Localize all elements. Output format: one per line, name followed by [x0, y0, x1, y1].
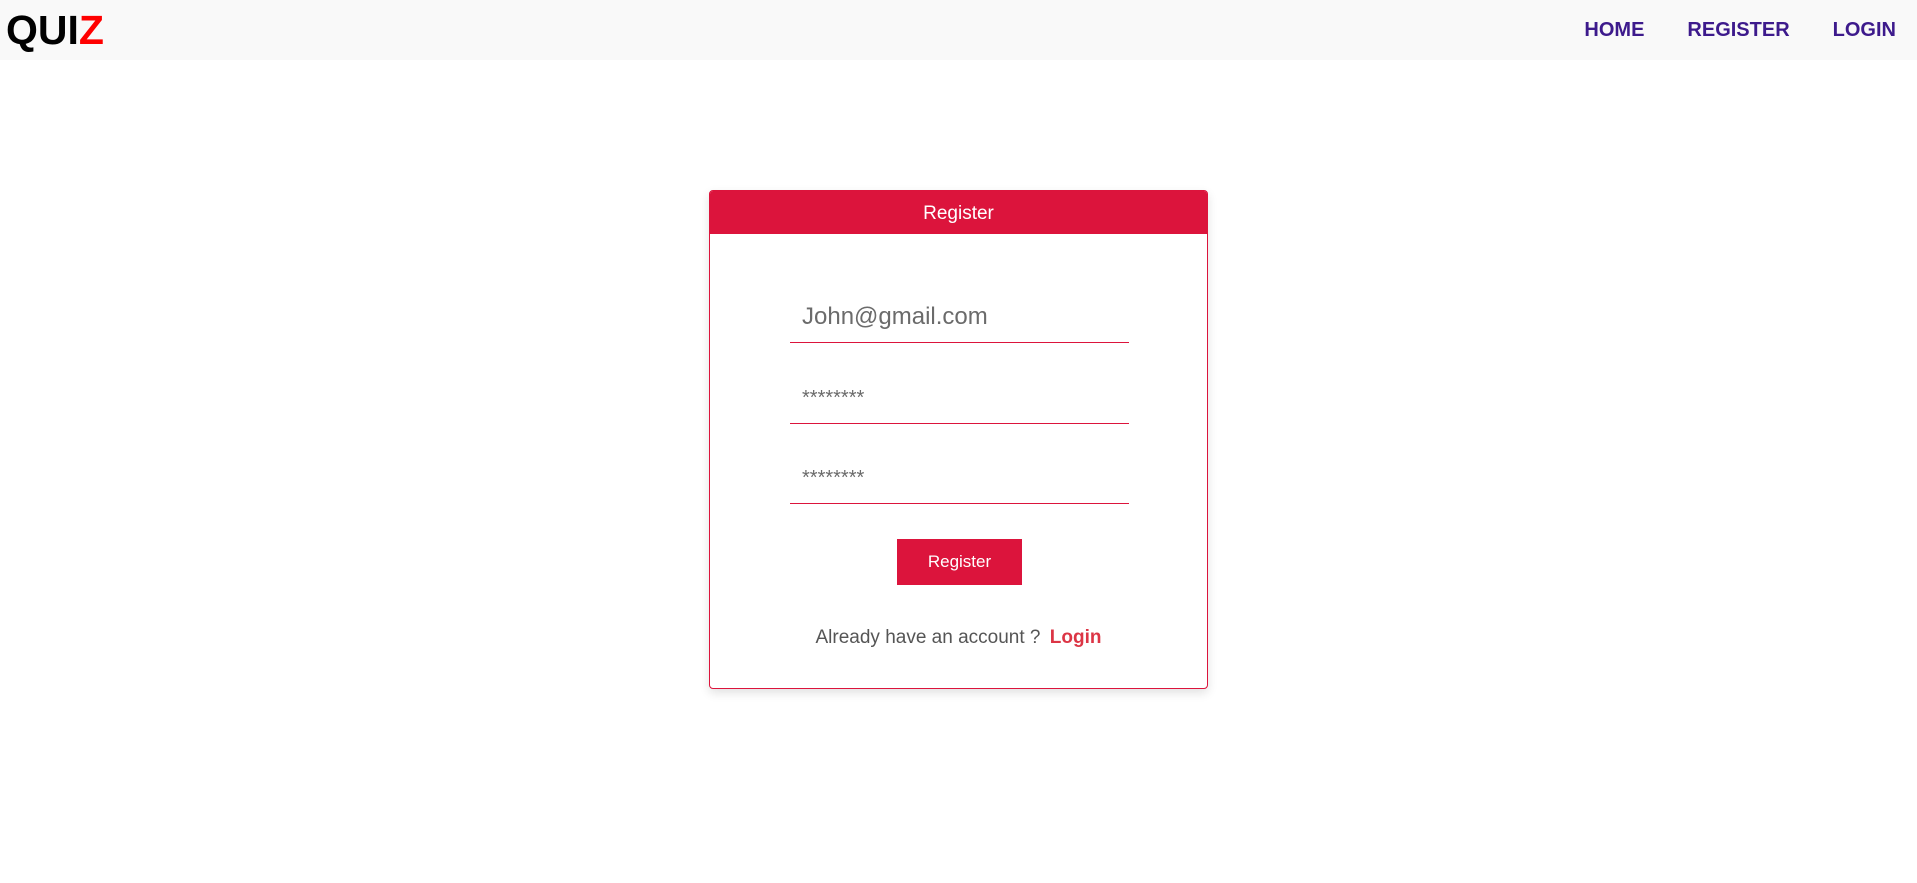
card-title: Register [710, 191, 1207, 234]
brand-logo[interactable]: QUIZ [6, 4, 104, 56]
login-prompt-text: Already have an account ? [815, 627, 1041, 648]
register-button[interactable]: Register [897, 539, 1022, 585]
password-input[interactable] [790, 374, 1129, 424]
nav-link-register[interactable]: REGISTER [1687, 19, 1789, 42]
login-prompt: Already have an account ? Login [710, 627, 1207, 649]
nav-links: HOME REGISTER LOGIN [1541, 0, 1896, 60]
register-card: Register Register Already have an accoun… [709, 190, 1208, 689]
confirm-password-input[interactable] [790, 454, 1129, 504]
brand-text-highlight: Z [78, 7, 104, 53]
nav-link-login[interactable]: LOGIN [1833, 19, 1896, 42]
navbar: QUIZ HOME REGISTER LOGIN [0, 0, 1917, 60]
brand-text-main: QUI [6, 7, 79, 53]
login-link[interactable]: Login [1050, 627, 1102, 648]
email-input[interactable] [790, 291, 1129, 343]
nav-link-home[interactable]: HOME [1584, 19, 1644, 42]
